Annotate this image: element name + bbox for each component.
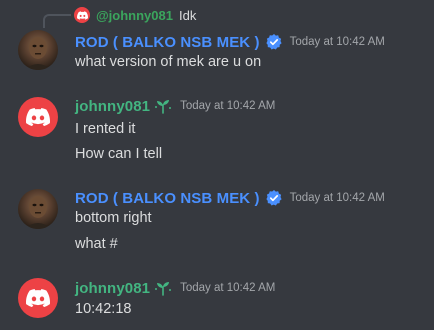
discord-logo-icon [76, 10, 88, 20]
message-text: what # [75, 236, 118, 252]
avatar[interactable] [18, 97, 58, 137]
username[interactable]: johnny081 [75, 98, 150, 115]
avatar-photo [24, 196, 52, 229]
verified-badge-icon [265, 190, 282, 206]
reply-avatar [74, 7, 90, 23]
avatar[interactable] [18, 278, 58, 318]
message-timestamp[interactable]: Today at 10:42 AM [290, 192, 385, 204]
avatar[interactable] [18, 189, 58, 229]
username[interactable]: johnny081 [75, 280, 150, 297]
message-header: johnny081 Today at 10:42 AM [75, 278, 275, 298]
sprout-badge-icon [154, 280, 172, 296]
verified-badge-icon [265, 34, 282, 50]
message-text: what version of mek are u on [75, 54, 262, 70]
avatar[interactable] [18, 30, 58, 70]
message-text: 10:42:18 [75, 301, 132, 317]
reply-text: Idk [178, 7, 197, 23]
chat-messages: @johnny081 Idk ROD ( BALKO NSB MEK ) Tod… [0, 0, 434, 330]
reply-reference[interactable]: @johnny081 Idk [74, 6, 196, 24]
message-header: ROD ( BALKO NSB MEK ) Today at 10:42 AM [75, 32, 385, 52]
message-timestamp[interactable]: Today at 10:42 AM [290, 36, 385, 48]
discord-logo-icon [26, 108, 50, 126]
message-timestamp[interactable]: Today at 10:42 AM [180, 100, 275, 112]
discord-logo-icon [26, 289, 50, 307]
message-header: johnny081 Today at 10:42 AM [75, 96, 275, 116]
avatar-photo [24, 37, 52, 70]
message-text: How can I tell [75, 146, 163, 162]
reply-mention[interactable]: @johnny081 [96, 8, 173, 23]
reply-spine [43, 14, 71, 28]
username[interactable]: ROD ( BALKO NSB MEK ) [75, 190, 260, 207]
message-text: bottom right [75, 210, 152, 226]
username[interactable]: ROD ( BALKO NSB MEK ) [75, 34, 260, 51]
message-timestamp[interactable]: Today at 10:42 AM [180, 282, 275, 294]
sprout-badge-icon [154, 98, 172, 114]
message-header: ROD ( BALKO NSB MEK ) Today at 10:42 AM [75, 188, 385, 208]
message-text: I rented it [75, 121, 136, 137]
